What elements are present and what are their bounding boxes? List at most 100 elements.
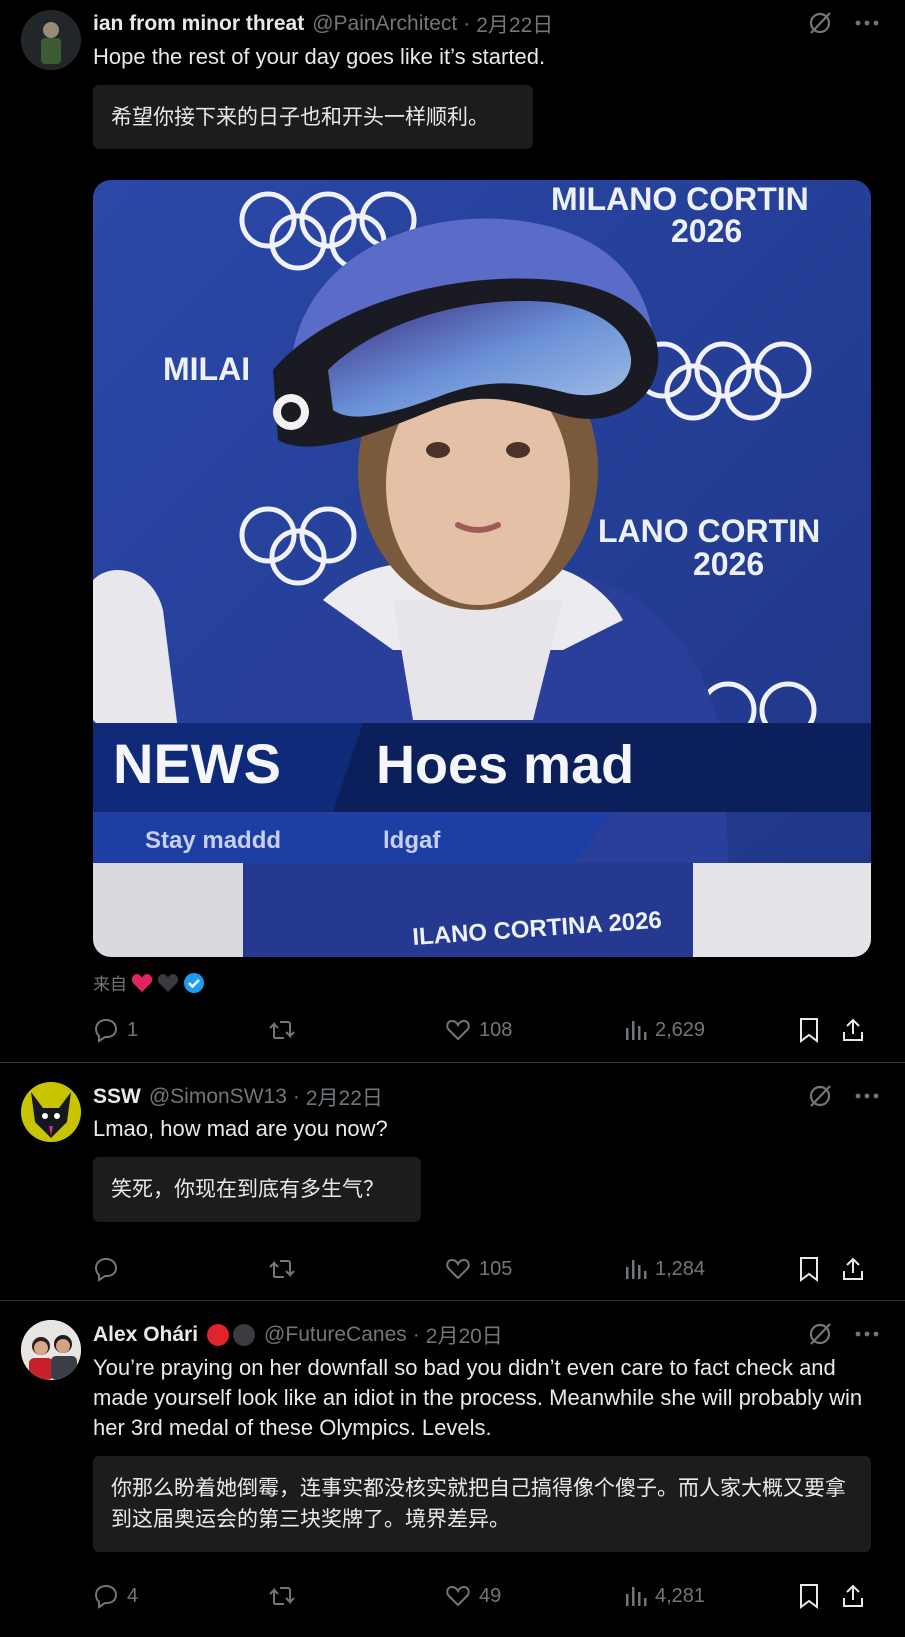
translation-text: 你那么盼着她倒霉，连事实都没核实就把自己搞得像个傻子。而人家大概又要拿到这届奥运… bbox=[111, 1476, 846, 1531]
post-text: You’re praying on her downfall so bad yo… bbox=[93, 1355, 863, 1440]
bookmark-icon bbox=[798, 1256, 820, 1282]
translation-box: 笑死，你现在到底有多生气？ bbox=[93, 1157, 421, 1222]
news-label: NEWS bbox=[113, 732, 281, 795]
translation-box: 你那么盼着她倒霉，连事实都没核实就把自己搞得像个傻子。而人家大概又要拿到这届奥运… bbox=[93, 1456, 871, 1552]
views-icon bbox=[623, 1018, 647, 1042]
action-bar: 1 108 2,629 bbox=[93, 1010, 871, 1050]
translation-text: 希望你接下来的日子也和开头一样顺利。 bbox=[111, 105, 489, 129]
repost-button[interactable] bbox=[268, 1010, 304, 1050]
year-right: 2026 bbox=[693, 546, 764, 582]
verified-icon bbox=[183, 972, 205, 994]
bookmark-icon bbox=[798, 1583, 820, 1609]
logo-right: LANO CORTIN bbox=[598, 513, 820, 549]
repost-button[interactable] bbox=[268, 1576, 304, 1616]
like-button[interactable]: 105 bbox=[445, 1249, 512, 1289]
separator: · bbox=[412, 1323, 420, 1346]
post-image[interactable]: MILANO CORTIN 2026 MILAI LANO CORTIN 202… bbox=[93, 180, 871, 957]
author-name[interactable]: SSW bbox=[93, 1085, 141, 1109]
reply-icon bbox=[93, 1583, 119, 1609]
like-icon bbox=[445, 1018, 471, 1042]
reply-icon bbox=[93, 1256, 119, 1282]
repost-icon bbox=[268, 1018, 296, 1042]
black-heart-icon bbox=[157, 973, 179, 993]
post-text: Hope the rest of your day goes like it’s… bbox=[93, 44, 546, 69]
post-date[interactable]: 2月22日 bbox=[306, 1082, 383, 1112]
bookmark-button[interactable] bbox=[798, 1576, 820, 1616]
share-button[interactable] bbox=[841, 1010, 865, 1050]
from-label: 来自 bbox=[93, 975, 127, 994]
like-count: 49 bbox=[479, 1584, 502, 1607]
avatar[interactable] bbox=[21, 10, 81, 70]
share-button[interactable] bbox=[841, 1249, 865, 1289]
grok-icon[interactable] bbox=[807, 1083, 833, 1109]
separator: · bbox=[292, 1085, 300, 1108]
logo-left: MILAI bbox=[163, 351, 250, 387]
dark-dot-icon bbox=[232, 1323, 256, 1347]
like-count: 105 bbox=[479, 1257, 513, 1280]
bookmark-icon bbox=[798, 1017, 820, 1043]
ticker-right: ldgaf bbox=[383, 827, 441, 854]
action-bar: 105 1,284 bbox=[93, 1249, 871, 1289]
like-icon bbox=[445, 1584, 471, 1608]
header-icons bbox=[807, 10, 879, 36]
header-icons bbox=[807, 1083, 879, 1109]
header-icons bbox=[807, 1321, 879, 1347]
views-button[interactable]: 1,284 bbox=[623, 1249, 705, 1289]
source-line: 来自 bbox=[93, 970, 205, 995]
views-button[interactable]: 4,281 bbox=[623, 1576, 705, 1616]
post-1[interactable]: ian from minor threat @PainArchitect · 2… bbox=[0, 0, 905, 1062]
post-date[interactable]: 2月22日 bbox=[476, 9, 553, 39]
more-icon[interactable] bbox=[855, 1093, 879, 1099]
avatar[interactable] bbox=[21, 1082, 81, 1142]
separator: · bbox=[463, 12, 471, 35]
reply-count: 1 bbox=[127, 1018, 139, 1041]
more-icon[interactable] bbox=[855, 20, 879, 26]
more-icon[interactable] bbox=[855, 1331, 879, 1337]
share-button[interactable] bbox=[841, 1576, 865, 1616]
views-count: 1,284 bbox=[655, 1257, 706, 1280]
grok-icon[interactable] bbox=[807, 1321, 833, 1347]
post-header: ian from minor threat @PainArchitect · 2… bbox=[93, 9, 553, 39]
post-3[interactable]: Alex Ohári @FutureCanes · 2月20日 You’re p… bbox=[0, 1301, 905, 1637]
author-name[interactable]: ian from minor threat bbox=[93, 12, 304, 36]
bookmark-button[interactable] bbox=[798, 1249, 820, 1289]
reply-button[interactable]: 4 bbox=[93, 1576, 138, 1616]
repost-icon bbox=[268, 1584, 296, 1608]
action-bar: 4 49 4,281 bbox=[93, 1576, 871, 1616]
reply-button[interactable]: 1 bbox=[93, 1010, 138, 1050]
post-date[interactable]: 2月20日 bbox=[426, 1320, 503, 1350]
translation-box: 希望你接下来的日子也和开头一样顺利。 bbox=[93, 85, 533, 149]
like-button[interactable]: 49 bbox=[445, 1576, 501, 1616]
author-handle[interactable]: @SimonSW13 bbox=[149, 1085, 287, 1109]
year-top: 2026 bbox=[671, 213, 742, 249]
views-icon bbox=[623, 1584, 647, 1608]
views-count: 4,281 bbox=[655, 1584, 706, 1607]
avatar[interactable] bbox=[21, 1320, 81, 1380]
repost-icon bbox=[268, 1257, 296, 1281]
views-icon bbox=[623, 1257, 647, 1281]
repost-button[interactable] bbox=[268, 1249, 304, 1289]
share-icon bbox=[841, 1583, 865, 1609]
like-icon bbox=[445, 1257, 471, 1281]
translation-text: 笑死，你现在到底有多生气？ bbox=[111, 1177, 384, 1201]
share-icon bbox=[841, 1017, 865, 1043]
grok-icon[interactable] bbox=[807, 10, 833, 36]
post-2[interactable]: SSW @SimonSW13 · 2月22日 Lmao, how mad are… bbox=[0, 1063, 905, 1300]
news-headline: Hoes mad bbox=[376, 735, 634, 795]
reply-icon bbox=[93, 1017, 119, 1043]
red-dot-icon bbox=[206, 1323, 230, 1347]
author-name[interactable]: Alex Ohári bbox=[93, 1323, 198, 1347]
like-count: 108 bbox=[479, 1018, 513, 1041]
post-header: Alex Ohári @FutureCanes · 2月20日 bbox=[93, 1320, 503, 1350]
reply-count: 4 bbox=[127, 1584, 139, 1607]
views-button[interactable]: 2,629 bbox=[623, 1010, 705, 1050]
like-button[interactable]: 108 bbox=[445, 1010, 512, 1050]
share-icon bbox=[841, 1256, 865, 1282]
author-handle[interactable]: @PainArchitect bbox=[312, 12, 457, 36]
post-text: Lmao, how mad are you now? bbox=[93, 1116, 388, 1141]
logo-top: MILANO CORTIN bbox=[551, 181, 809, 217]
reply-button[interactable] bbox=[93, 1249, 127, 1289]
post-header: SSW @SimonSW13 · 2月22日 bbox=[93, 1082, 383, 1112]
bookmark-button[interactable] bbox=[798, 1010, 820, 1050]
author-handle[interactable]: @FutureCanes bbox=[264, 1323, 407, 1347]
